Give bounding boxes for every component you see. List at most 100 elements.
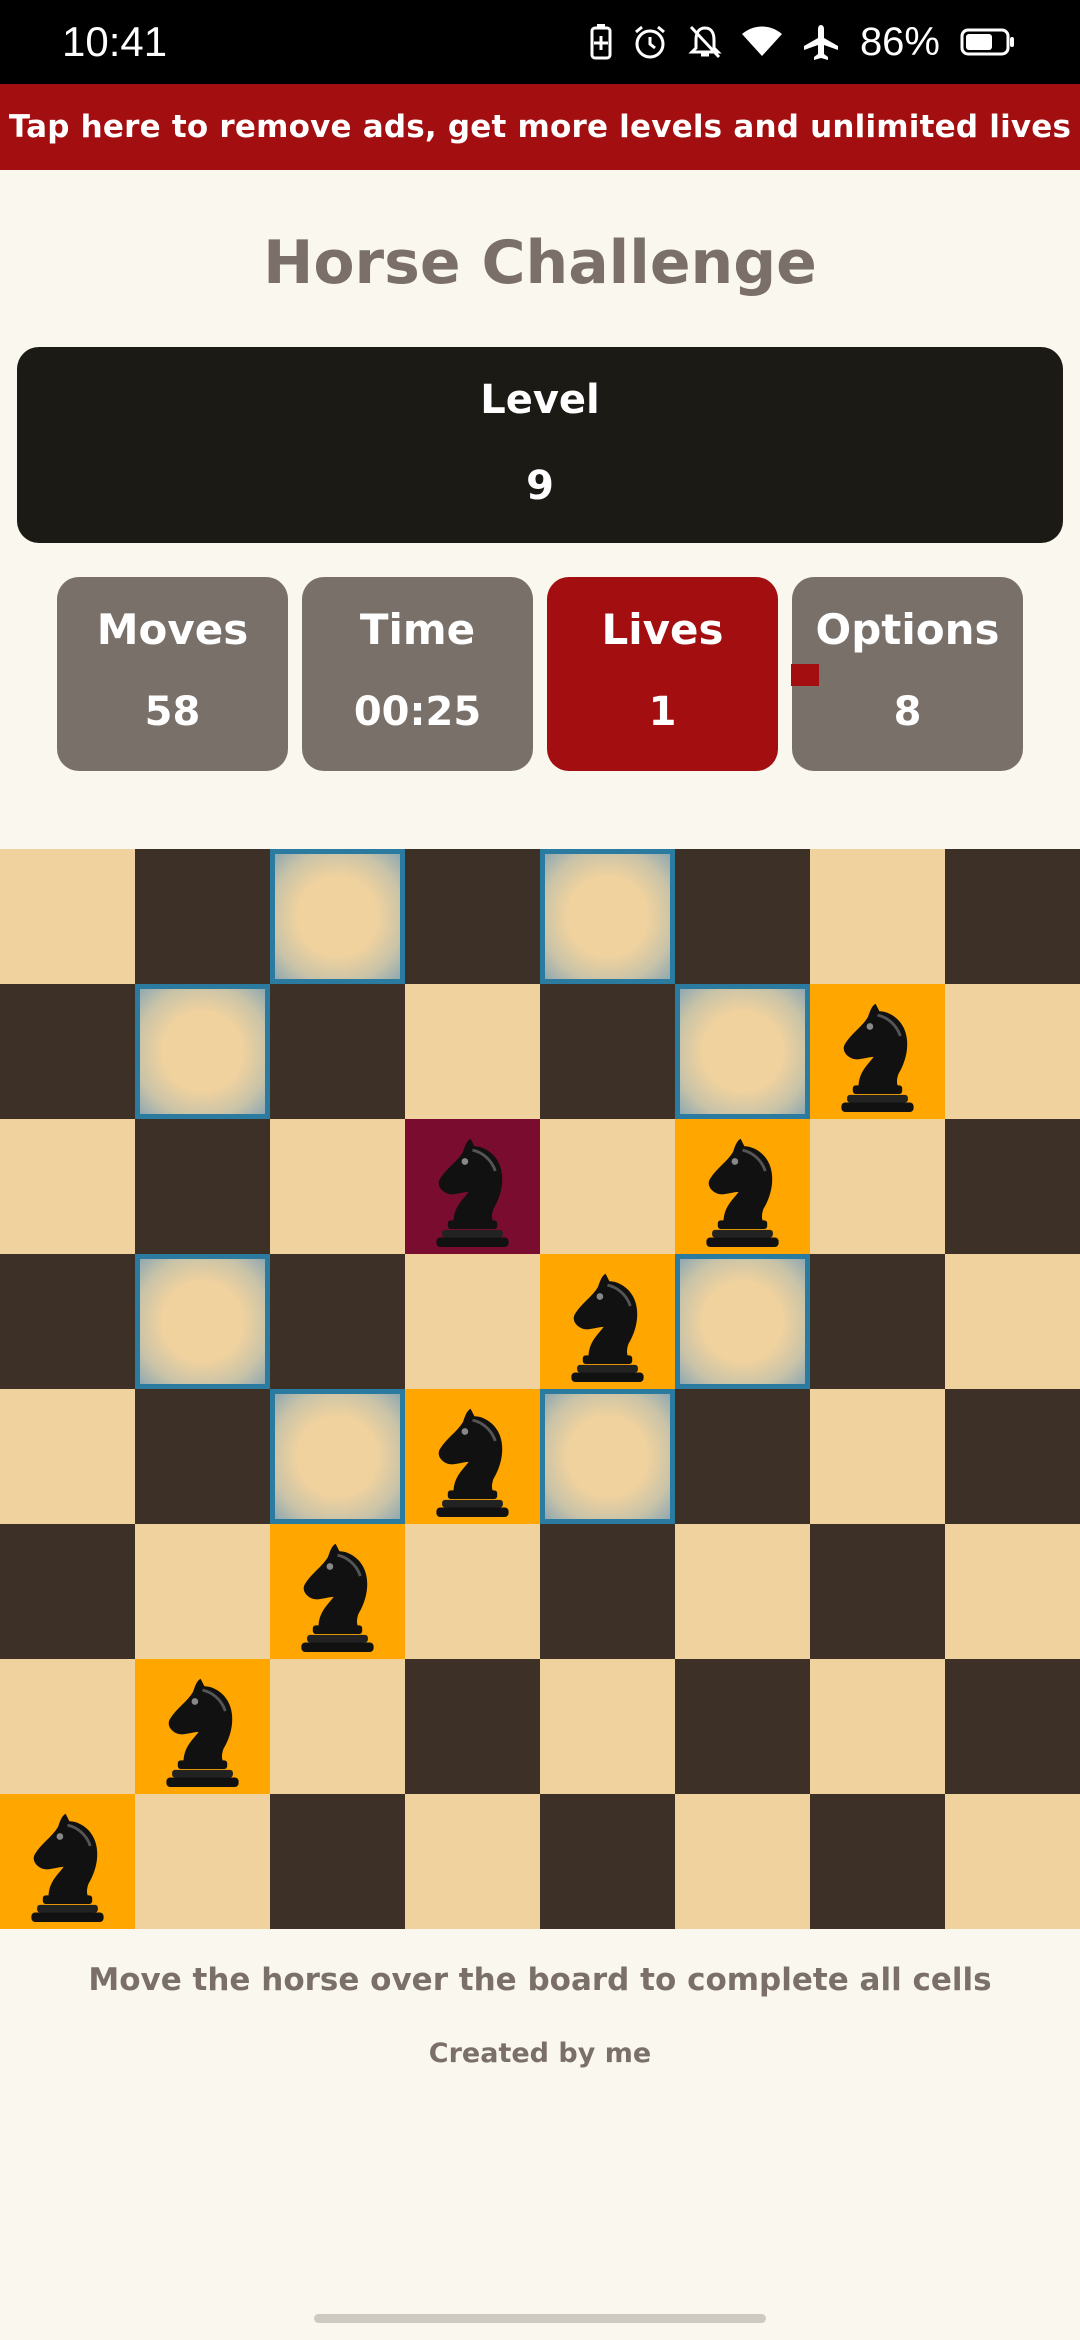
lives-value: 1 (648, 689, 677, 735)
status-time: 10:41 (62, 18, 168, 65)
instruction-text: Move the horse over the board to complet… (88, 1962, 992, 1998)
board-cell[interactable] (810, 1659, 945, 1794)
board-cell-visited[interactable] (675, 1119, 810, 1254)
board-cell[interactable] (810, 1119, 945, 1254)
status-bar: 10:41 86% (0, 0, 1080, 84)
options-card: Options 8 (792, 577, 1023, 771)
board-cell[interactable] (270, 1794, 405, 1929)
board-cell[interactable] (810, 1389, 945, 1524)
board-cell[interactable] (405, 1794, 540, 1929)
board-cell[interactable] (945, 1389, 1080, 1524)
board-cell[interactable] (0, 1659, 135, 1794)
board-cell[interactable] (0, 1524, 135, 1659)
board-cell-move-option[interactable] (270, 849, 405, 984)
board-cell[interactable] (135, 1119, 270, 1254)
knight-icon (436, 1138, 509, 1247)
moves-value: 58 (144, 689, 201, 735)
board-cell[interactable] (135, 1794, 270, 1929)
board-cell[interactable] (945, 1524, 1080, 1659)
board-cell[interactable] (810, 1794, 945, 1929)
board-cell[interactable] (0, 849, 135, 984)
board-cell[interactable] (675, 1794, 810, 1929)
board-cell-visited[interactable] (135, 1659, 270, 1794)
board-cell[interactable] (0, 984, 135, 1119)
moves-label: Moves (96, 605, 249, 654)
board-cell-visited[interactable] (810, 984, 945, 1119)
time-value: 00:25 (353, 689, 482, 735)
battery-icon (960, 28, 1014, 56)
time-label: Time (359, 605, 476, 654)
board-cell-move-option[interactable] (675, 1254, 810, 1389)
board-cell-move-option[interactable] (675, 984, 810, 1119)
board-cell[interactable] (540, 1659, 675, 1794)
knight-icon (166, 1678, 239, 1787)
board-cell[interactable] (675, 1659, 810, 1794)
knight-icon (706, 1138, 779, 1247)
board-cell[interactable] (540, 1794, 675, 1929)
board-cell-visited[interactable] (0, 1794, 135, 1929)
board-cell-move-option[interactable] (540, 1389, 675, 1524)
board-cell[interactable] (945, 1119, 1080, 1254)
board-cell[interactable] (675, 849, 810, 984)
stats-row: Moves 58 Time 00:25 Lives 1 Options 8 (57, 577, 1023, 771)
board-cell-move-option[interactable] (270, 1389, 405, 1524)
board-cell[interactable] (405, 849, 540, 984)
level-value: 9 (526, 463, 554, 509)
board-cell[interactable] (540, 1119, 675, 1254)
board-cell[interactable] (270, 1254, 405, 1389)
remove-ads-banner[interactable]: Tap here to remove ads, get more levels … (0, 84, 1080, 170)
board-cell[interactable] (270, 1119, 405, 1254)
board-cell[interactable] (405, 1524, 540, 1659)
board-cell[interactable] (945, 1794, 1080, 1929)
knight-icon (31, 1813, 104, 1922)
board-cell[interactable] (810, 1254, 945, 1389)
board-cell[interactable] (270, 984, 405, 1119)
board-cell[interactable] (0, 1254, 135, 1389)
options-value: 8 (893, 689, 922, 735)
bell-off-icon (688, 25, 722, 59)
credit-text: Created by me (428, 2038, 652, 2069)
board-cell[interactable] (945, 984, 1080, 1119)
lives-label: Lives (601, 605, 724, 654)
board-cell[interactable] (135, 1524, 270, 1659)
board-cell[interactable] (810, 1524, 945, 1659)
board-cell[interactable] (540, 984, 675, 1119)
board-cell-visited[interactable] (540, 1254, 675, 1389)
board-cell[interactable] (675, 1524, 810, 1659)
status-icons: 86% (590, 20, 1016, 65)
board-cell[interactable] (270, 1659, 405, 1794)
board-cell[interactable] (540, 1524, 675, 1659)
board-cell-visited[interactable] (270, 1524, 405, 1659)
lives-indicator-marker (791, 664, 819, 686)
board-cell-move-option[interactable] (540, 849, 675, 984)
board-cell[interactable] (0, 1389, 135, 1524)
board-cell[interactable] (405, 1659, 540, 1794)
wifi-icon (741, 26, 782, 56)
page-title: Horse Challenge (263, 228, 817, 298)
board-cell[interactable] (405, 1254, 540, 1389)
knight-icon (301, 1543, 374, 1652)
knight-icon (571, 1273, 644, 1382)
level-label: Level (480, 377, 600, 423)
moves-card: Moves 58 (57, 577, 288, 771)
board-cell[interactable] (135, 849, 270, 984)
board-cell-move-option[interactable] (135, 984, 270, 1119)
board-cell[interactable] (945, 1659, 1080, 1794)
board-cell[interactable] (675, 1389, 810, 1524)
board-cell-current[interactable] (405, 1119, 540, 1254)
level-card: Level 9 (17, 347, 1063, 543)
board-cell[interactable] (945, 849, 1080, 984)
airplane-icon (803, 25, 838, 60)
board-cell-move-option[interactable] (135, 1254, 270, 1389)
board-cell[interactable] (135, 1389, 270, 1524)
board-cell[interactable] (0, 1119, 135, 1254)
board-cell[interactable] (945, 1254, 1080, 1389)
battery-saver-icon (590, 24, 612, 60)
home-indicator[interactable] (314, 2314, 766, 2323)
lives-card: Lives 1 (547, 577, 778, 771)
board-cell[interactable] (405, 984, 540, 1119)
remove-ads-text: Tap here to remove ads, get more levels … (8, 109, 1072, 145)
knight-icon (436, 1408, 509, 1517)
board-cell[interactable] (810, 849, 945, 984)
board-cell-visited[interactable] (405, 1389, 540, 1524)
